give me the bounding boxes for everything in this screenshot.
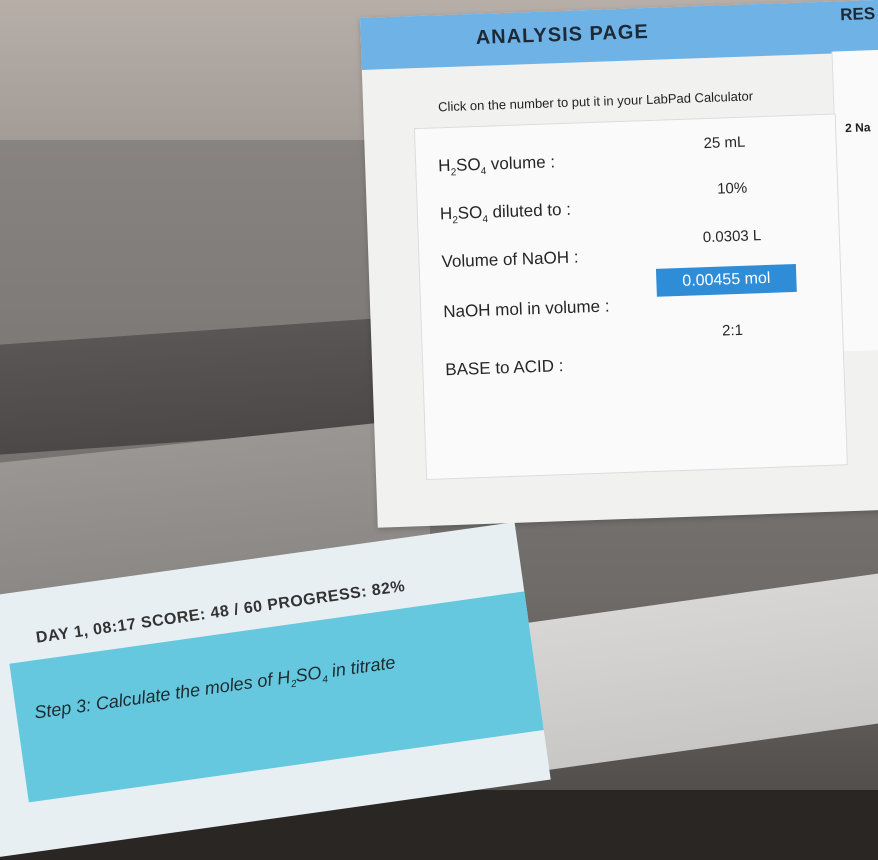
- naoh-mol-value[interactable]: 0.00455 mol: [655, 263, 797, 297]
- instruction-text: Click on the number to put it in your La…: [437, 88, 754, 115]
- base-to-acid-value[interactable]: 2:1: [722, 322, 743, 340]
- naoh-volume-label: Volume of NaOH :: [441, 247, 579, 272]
- analysis-page-window: ANALYSIS PAGE RES Click on the number to…: [360, 0, 878, 528]
- naoh-volume-value[interactable]: 0.0303 L: [703, 227, 762, 246]
- analysis-values-card: H2SO4 volume : 25 mL H2SO4 diluted to : …: [413, 113, 848, 480]
- results-text: 2 Na: [844, 120, 871, 136]
- page-title: ANALYSIS PAGE: [475, 20, 650, 49]
- h2so4-volume-label: H2SO4 volume :: [437, 152, 556, 179]
- results-tab-title[interactable]: RES: [840, 4, 876, 25]
- step-instruction-text: Step 3: Calculate the moles of H2SO4 in …: [33, 652, 397, 723]
- base-to-acid-label: BASE to ACID :: [444, 356, 564, 380]
- naoh-mol-label: NaOH mol in volume :: [442, 296, 610, 322]
- h2so4-diluted-value[interactable]: 10%: [717, 180, 748, 198]
- h2so4-volume-value[interactable]: 25 mL: [703, 134, 745, 152]
- background-right-surface: [490, 571, 878, 779]
- h2so4-diluted-label: H2SO4 diluted to :: [439, 199, 572, 227]
